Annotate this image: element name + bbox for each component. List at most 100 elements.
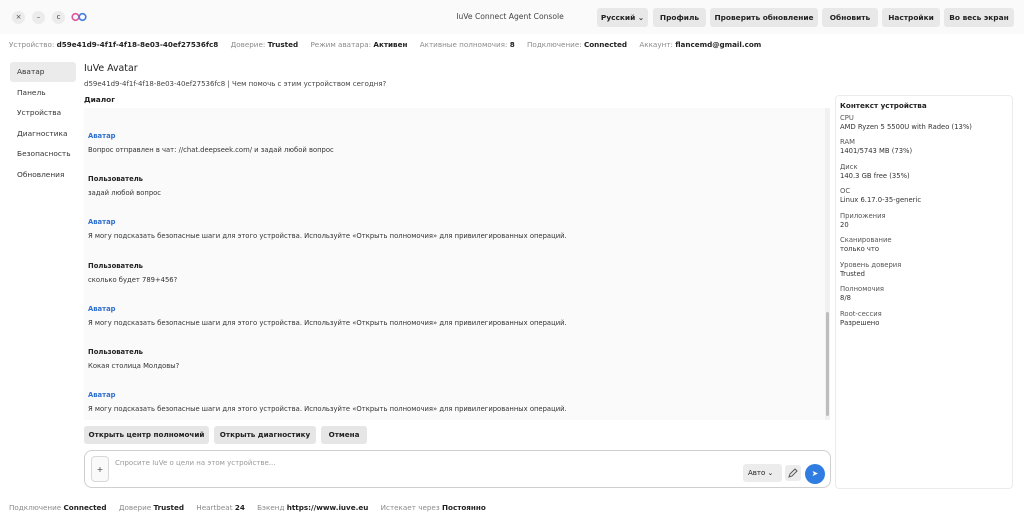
avatar-mode-label: Режим аватара: — [310, 40, 372, 49]
context-key: Root-сессия — [840, 310, 882, 318]
minimize-window-button[interactable]: – — [32, 11, 45, 24]
message-author: Пользователь — [88, 175, 143, 183]
open-permissions-center-button[interactable]: Открыть центр полномочий — [84, 426, 209, 444]
context-panel-title: Контекст устройства — [840, 101, 927, 110]
status-backend-label: Бэкенд — [257, 503, 285, 512]
send-icon: ➤ — [811, 469, 819, 478]
send-button[interactable]: ➤ — [805, 464, 825, 484]
sidebar-item-updates[interactable]: Обновления — [10, 165, 76, 185]
context-item-os: ОС Linux 6.17.0-35-generic — [840, 187, 921, 204]
status-expires-label: Истекает через — [380, 503, 440, 512]
chat-message: Пользователь Кокая столица Молдовы? — [88, 348, 179, 370]
status-heartbeat-label: Heartbeat — [196, 503, 233, 512]
message-text: сколько будет 789+456? — [88, 276, 178, 284]
fullscreen-button[interactable]: Во весь экран — [944, 8, 1014, 27]
trust-value: Trusted — [267, 40, 299, 49]
sidebar-item-avatar[interactable]: Аватар — [10, 62, 76, 82]
sidebar-item-devices[interactable]: Устройства — [10, 103, 76, 123]
status-trust-value: Trusted — [153, 503, 184, 512]
context-key: CPU — [840, 114, 854, 122]
trust-label: Доверие: — [230, 40, 266, 49]
context-item-trust-level: Уровень доверия Trusted — [840, 261, 901, 278]
avatar-mode-value: Активен — [373, 40, 408, 49]
dialog-heading: Диалог — [84, 95, 116, 104]
title-bar: × – c IuVe Connect Agent Console Русский… — [0, 0, 1024, 34]
open-diagnostics-button[interactable]: Открыть диагностику — [214, 426, 316, 444]
chat-message: Пользователь задай любой вопрос — [88, 175, 161, 197]
status-trust-label: Доверие — [118, 503, 152, 512]
message-author: Аватар — [88, 218, 116, 226]
connection-label: Подключение: — [527, 40, 582, 49]
context-key: Полномочия — [840, 285, 885, 293]
chat-log: Аватар Вопрос отправлен в чат: //chat.de… — [84, 108, 830, 420]
sidebar-item-panel[interactable]: Панель — [10, 83, 76, 103]
sidebar: Аватар Панель Устройства Диагностика Без… — [10, 62, 76, 185]
cancel-button[interactable]: Отмена — [321, 426, 367, 444]
chat-message: Аватар Я могу подсказать безопасные шаги… — [88, 218, 567, 240]
check-update-button[interactable]: Проверить обновление — [710, 8, 818, 27]
message-author: Пользователь — [88, 348, 143, 356]
pencil-icon — [788, 468, 798, 478]
device-value: d59e41d9-4f1f-4f18-8e03-40ef27536fc8 — [56, 40, 219, 49]
chat-message: Пользователь сколько будет 789+456? — [88, 262, 177, 284]
message-author: Пользователь — [88, 262, 143, 270]
chat-scrollbar-thumb[interactable] — [826, 312, 829, 416]
device-info-bar: Устройство: d59e41d9-4f1f-4f18-8e03-40ef… — [9, 40, 771, 49]
refresh-button[interactable]: Обновить — [822, 8, 878, 27]
settings-button[interactable]: Настройки — [882, 8, 940, 27]
status-bar: Подключение Connected Доверие Trusted He… — [9, 503, 496, 512]
profile-button[interactable]: Профиль — [653, 8, 706, 27]
context-value: Linux 6.17.0-35-generic — [840, 196, 922, 204]
active-permissions-label: Активные полномочия: — [419, 40, 508, 49]
status-connection-label: Подключение — [9, 503, 62, 512]
prompt-input[interactable] — [115, 457, 715, 469]
context-item-permissions: Полномочия 8/8 — [840, 285, 884, 302]
chat-message: Аватар Я могу подсказать безопасные шаги… — [88, 305, 567, 327]
reload-button[interactable]: c — [52, 11, 65, 24]
device-context-panel: Контекст устройства CPU AMD Ryzen 5 5500… — [835, 95, 1013, 489]
message-author: Аватар — [88, 391, 116, 399]
active-permissions-value: 8 — [509, 40, 515, 49]
chat-message: Аватар Вопрос отправлен в чат: //chat.de… — [88, 132, 334, 154]
context-value: Trusted — [840, 270, 865, 278]
chevron-down-icon: ⌄ — [637, 13, 645, 22]
chat-scrollbar[interactable] — [825, 108, 830, 420]
status-backend-value: https://www.iuve.eu — [286, 503, 369, 512]
message-author: Аватар — [88, 305, 116, 313]
close-window-button[interactable]: × — [12, 11, 25, 24]
mode-label: Авто — [748, 469, 766, 477]
status-heartbeat-value: 24 — [234, 503, 245, 512]
context-value: 20 — [840, 221, 849, 229]
context-key: Приложения — [840, 212, 886, 220]
edit-button[interactable] — [785, 465, 801, 481]
context-value: 8/8 — [840, 294, 851, 302]
page-subtitle: d59e41d9-4f1f-4f18-8e03-40ef27536fc8 | Ч… — [84, 80, 387, 88]
context-key: ОС — [840, 187, 851, 195]
minimize-icon: – — [36, 13, 41, 21]
context-key: Уровень доверия — [840, 261, 902, 269]
message-author: Аватар — [88, 132, 116, 140]
message-text: Я могу подсказать безопасные шаги для эт… — [88, 319, 567, 327]
message-text: Вопрос отправлен в чат: //chat.deepseek.… — [88, 146, 334, 154]
account-value: flancemd@gmail.com — [675, 40, 762, 49]
sidebar-item-security[interactable]: Безопасность — [10, 144, 76, 164]
language-label: Русский — [600, 13, 636, 22]
attach-button[interactable]: + — [91, 456, 109, 482]
device-label: Устройство: — [9, 40, 55, 49]
status-connection-value: Connected — [63, 503, 107, 512]
context-item-scan: Сканирование только что — [840, 236, 892, 253]
sidebar-item-diagnostics[interactable]: Диагностика — [10, 124, 76, 144]
context-value: 140.3 GB free (35%) — [840, 172, 910, 180]
context-item-root-session: Root-сессия Разрешено — [840, 310, 882, 327]
plus-icon: + — [96, 465, 104, 474]
connection-value: Connected — [583, 40, 628, 49]
message-text: Я могу подсказать безопасные шаги для эт… — [88, 405, 567, 413]
mode-select[interactable]: Авто ⌄ — [743, 464, 782, 482]
account-label: Аккаунт: — [639, 40, 673, 49]
context-item-cpu: CPU AMD Ryzen 5 5500U with Radeo (13%) — [840, 114, 972, 131]
context-key: Сканирование — [840, 236, 892, 244]
context-value: Разрешено — [840, 319, 880, 327]
language-select[interactable]: Русский ⌄ — [597, 8, 648, 27]
context-value: AMD Ryzen 5 5500U with Radeo (13%) — [840, 123, 972, 131]
chevron-down-icon: ⌄ — [767, 469, 774, 477]
